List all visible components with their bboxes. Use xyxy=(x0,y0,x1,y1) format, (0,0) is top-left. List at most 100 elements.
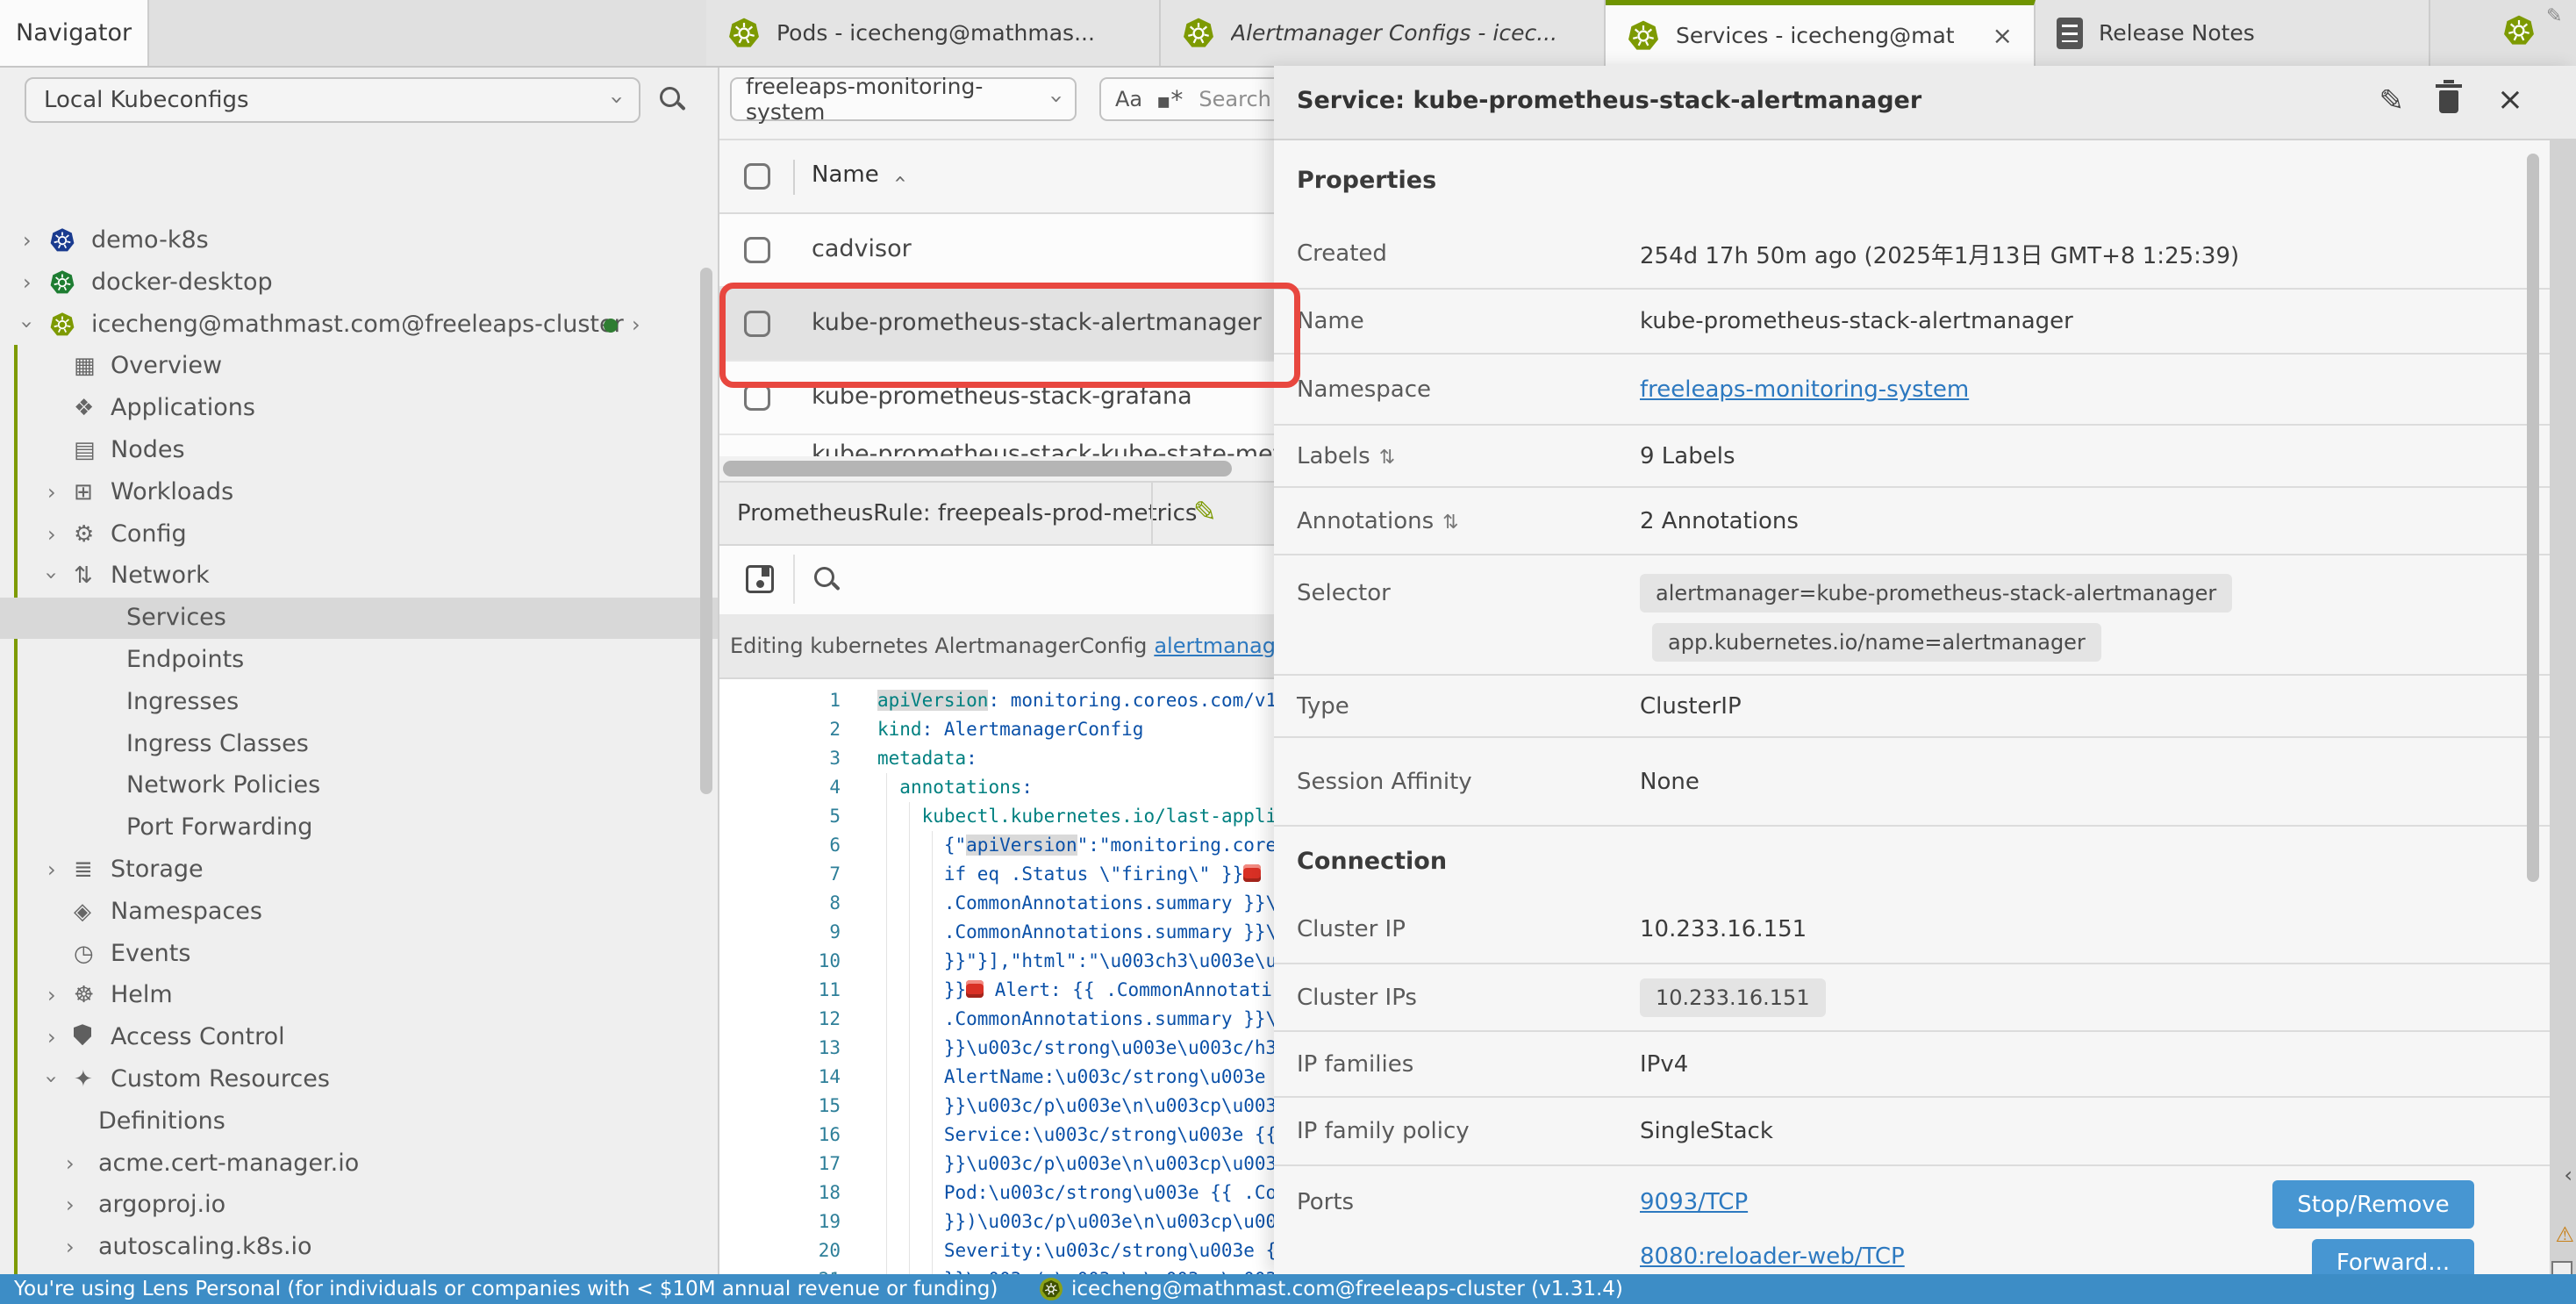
sidebar-item-workloads[interactable]: ›⊞Workloads xyxy=(0,472,719,513)
code-line[interactable]: 21 }}\u003c/p\u003e\n\u003cp\u003 xyxy=(719,1265,1274,1274)
tab-pods[interactable]: Pods - icecheng@mathmas... xyxy=(706,0,1161,66)
sidebar-item-docker-desktop[interactable]: ›docker-desktop xyxy=(0,262,719,304)
sidebar-item-namespaces[interactable]: ◈Namespaces xyxy=(0,892,719,933)
kubeconfig-select[interactable]: Local Kubeconfigs › xyxy=(25,77,640,123)
tab-release-notes[interactable]: Release Notes xyxy=(2036,0,2430,66)
match-case-icon[interactable]: Aa xyxy=(1115,87,1142,111)
namespace-select[interactable]: freeleaps-monitoring-system › xyxy=(730,77,1077,121)
code-line[interactable]: 15 }}\u003c/p\u003e\n\u003cp\u003 xyxy=(719,1092,1274,1121)
sidebar-item-events[interactable]: ◷Events xyxy=(0,934,719,975)
sidebar-item-autoscaling-k8s-io[interactable]: ›autoscaling.k8s.io xyxy=(0,1227,719,1268)
sidebar-item-argoproj-io[interactable]: ›argoproj.io xyxy=(0,1185,719,1226)
table-row-cadvisor[interactable]: cadvisor xyxy=(719,214,1274,288)
sidebar-item-storage[interactable]: ›≣Storage xyxy=(0,849,719,891)
chevron-right-icon[interactable]: › xyxy=(47,857,56,882)
table-row-kube-prometheus-stack-kube-state-metrics[interactable]: kube-prometheus-stack-kube-state-metrics xyxy=(719,435,1274,458)
horizontal-scrollbar[interactable] xyxy=(719,456,1274,481)
code-line[interactable]: 1apiVersion: monitoring.coreos.com/v1 xyxy=(719,686,1274,715)
close-drawer-icon[interactable]: × xyxy=(2497,82,2523,118)
sidebar-item-network[interactable]: ›⇅Network xyxy=(0,555,719,597)
code-line[interactable]: 10 }}"}],"html":"\u003ch3\u003e\u xyxy=(719,947,1274,976)
navigator-tab[interactable]: Navigator xyxy=(0,0,149,66)
chevron-down-icon[interactable]: › xyxy=(39,572,64,581)
code-line[interactable]: 9 .CommonAnnotations.summary }}\u xyxy=(719,918,1274,947)
sidebar-item-applications[interactable]: ❖Applications xyxy=(0,388,719,429)
scrollbar-thumb[interactable] xyxy=(723,461,1232,476)
drawer-scrollbar[interactable] xyxy=(2527,154,2539,882)
edit-icon[interactable]: ✎ xyxy=(2379,83,2405,118)
edit-pencil-icon[interactable]: ✎ xyxy=(1193,495,1217,528)
sidebar-item-services[interactable]: Services xyxy=(0,598,719,639)
code-line[interactable]: 2kind: AlertmanagerConfig xyxy=(719,715,1274,744)
code-line[interactable]: 19 }})\u003c/p\u003e\n\u003cp\u00 xyxy=(719,1207,1274,1236)
sidebar-scrollbar[interactable] xyxy=(700,268,712,794)
chevron-right-icon[interactable]: › xyxy=(66,1193,75,1217)
sidebar-item-config[interactable]: ›⚙Config xyxy=(0,514,719,555)
code-line[interactable]: 3metadata: xyxy=(719,744,1274,773)
code-line[interactable]: 8 .CommonAnnotations.summary }}\u xyxy=(719,889,1274,918)
sidebar-item-definitions[interactable]: Definitions xyxy=(0,1101,719,1143)
code-line[interactable]: 16 Service:\u003c/strong\u003e {{ xyxy=(719,1121,1274,1150)
chevron-left-icon[interactable]: ‹ xyxy=(2564,1163,2572,1187)
yaml-editor[interactable]: 1apiVersion: monitoring.coreos.com/v12ki… xyxy=(719,679,1274,1274)
row-checkbox[interactable] xyxy=(744,237,770,263)
namespace-link[interactable]: freeleaps-monitoring-system xyxy=(1640,376,1969,403)
code-line[interactable]: 18 Pod:\u003c/strong\u003e {{ .Co xyxy=(719,1179,1274,1207)
code-line[interactable]: 11 }} Alert: {{ .CommonAnnotati xyxy=(719,976,1274,1005)
chevron-right-icon[interactable]: › xyxy=(66,1235,75,1259)
sidebar-item-helm[interactable]: ›☸Helm xyxy=(0,975,719,1016)
sidebar-item-custom-resources[interactable]: ›✦Custom Resources xyxy=(0,1059,719,1100)
sidebar-item-ingresses[interactable]: Ingresses xyxy=(0,682,719,723)
forward-button[interactable]: Forward... xyxy=(2312,1239,2474,1274)
code-line[interactable]: 6 {"apiVersion":"monitoring.core xyxy=(719,831,1274,860)
select-all-checkbox[interactable] xyxy=(744,163,770,190)
chevron-right-icon[interactable]: › xyxy=(23,270,32,295)
row-checkbox[interactable] xyxy=(744,384,770,411)
sidebar-item-demo-k8s[interactable]: ›demo-k8s xyxy=(0,220,719,262)
chevron-down-icon[interactable]: › xyxy=(39,1075,64,1084)
code-line[interactable]: 13 }}\u003c/strong\u003e\u003c/h3 xyxy=(719,1034,1274,1063)
breadcrumb-link[interactable]: alertmanager xyxy=(1154,634,1274,658)
chevron-down-icon[interactable]: › xyxy=(15,320,39,329)
search-icon[interactable] xyxy=(660,87,680,107)
sidebar-item-network-policies[interactable]: Network Policies xyxy=(0,765,719,806)
kubernetes-icon-overflow-tab[interactable] xyxy=(2502,14,2536,47)
sidebar-item-ingress-classes[interactable]: Ingress Classes xyxy=(0,724,719,765)
regex-icon[interactable]: ▪* xyxy=(1156,85,1183,114)
chevron-right-icon[interactable]: › xyxy=(23,228,32,253)
chevron-right-icon[interactable]: › xyxy=(47,480,56,505)
sidebar-item-label: Definitions xyxy=(98,1107,225,1135)
search-input[interactable] xyxy=(1197,86,1274,112)
sort-toggle-icon[interactable]: ⇅ xyxy=(1379,447,1395,469)
sidebar-item-acme-cert-manager-io[interactable]: ›acme.cert-manager.io xyxy=(0,1143,719,1185)
sidebar-item-nodes[interactable]: ▤Nodes xyxy=(0,430,719,471)
editor-search-icon[interactable] xyxy=(814,567,834,587)
sidebar-item-access-control[interactable]: ›Access Control xyxy=(0,1017,719,1058)
chevron-right-icon[interactable]: › xyxy=(47,522,56,547)
tab-services[interactable]: Services - icecheng@math... × xyxy=(1606,0,2036,66)
code-line[interactable]: 17 }}\u003c/p\u003e\n\u003cp\u003 xyxy=(719,1150,1274,1179)
tab-alertmanager-configs[interactable]: Alertmanager Configs - icec... xyxy=(1161,0,1606,66)
code-line[interactable]: 14 AlertName:\u003c/strong\u003e xyxy=(719,1063,1274,1092)
sidebar-item-overview[interactable]: ▦Overview xyxy=(0,346,719,387)
name-column-header[interactable]: Name xyxy=(812,161,879,188)
sort-toggle-icon[interactable]: ⇅ xyxy=(1442,512,1458,534)
save-icon[interactable] xyxy=(746,565,774,593)
delete-icon[interactable] xyxy=(2439,90,2458,113)
chevron-right-icon[interactable]: › xyxy=(66,1151,75,1176)
code-line[interactable]: 4 annotations: xyxy=(719,773,1274,802)
chevron-right-icon[interactable]: › xyxy=(632,312,640,337)
active-cluster-status[interactable]: icecheng@mathmast.com@freeleaps-cluster … xyxy=(1040,1278,1623,1300)
sidebar-item-port-forwarding[interactable]: Port Forwarding xyxy=(0,807,719,849)
sidebar-item-icecheng-mathmast-com-freeleaps-cluster[interactable]: ›icecheng@mathmast.com@freeleaps-cluster… xyxy=(0,305,719,346)
code-line[interactable]: 7 if eq .Status \"firing\" }} xyxy=(719,860,1274,889)
warning-icon[interactable]: ⚠ xyxy=(2555,1222,2574,1247)
sidebar-item-endpoints[interactable]: Endpoints xyxy=(0,640,719,681)
chevron-right-icon[interactable]: › xyxy=(47,983,56,1007)
chevron-right-icon[interactable]: › xyxy=(47,1025,56,1050)
code-line[interactable]: 12 .CommonAnnotations.summary }}\u xyxy=(719,1005,1274,1034)
code-line[interactable]: 5 kubectl.kubernetes.io/last-appli xyxy=(719,802,1274,831)
code-line[interactable]: 20 Severity:\u003c/strong\u003e { xyxy=(719,1236,1274,1265)
stop-remove-button[interactable]: Stop/Remove xyxy=(2272,1180,2474,1229)
close-tab-icon[interactable]: × xyxy=(1993,21,2013,50)
